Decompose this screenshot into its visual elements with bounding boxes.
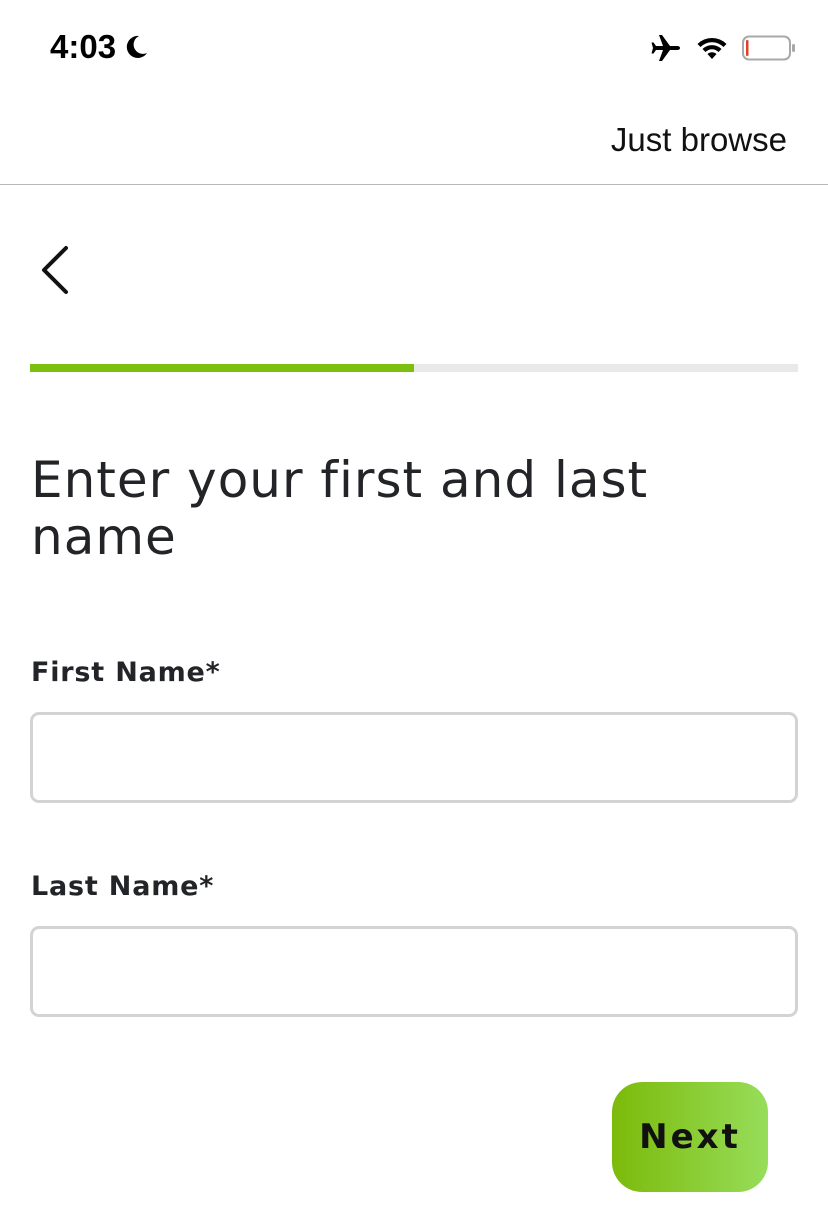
page-title: Enter your first and last name — [31, 451, 649, 566]
airplane-icon — [651, 35, 680, 61]
top-bar: Just browse — [0, 100, 828, 185]
just-browse-button[interactable]: Just browse — [611, 121, 787, 159]
battery-icon — [742, 35, 795, 61]
status-icons — [650, 33, 796, 63]
status-time: 4:03 — [50, 28, 117, 65]
next-button[interactable]: Next — [612, 1082, 768, 1192]
status-time-group: 4:03 — [50, 28, 150, 66]
screen: 4:03 Just browse Enter your first and la… — [0, 0, 828, 1225]
chevron-left-icon — [42, 246, 68, 294]
progress-fill — [30, 364, 414, 372]
moon-icon — [126, 35, 148, 58]
last-name-input[interactable] — [30, 926, 798, 1017]
last-name-label: Last Name* — [31, 871, 215, 902]
first-name-label: First Name* — [31, 657, 221, 688]
progress-bar — [30, 364, 798, 372]
back-button[interactable] — [30, 240, 86, 300]
first-name-input[interactable] — [30, 712, 798, 803]
wifi-icon — [697, 37, 727, 59]
status-bar: 4:03 — [0, 0, 828, 100]
